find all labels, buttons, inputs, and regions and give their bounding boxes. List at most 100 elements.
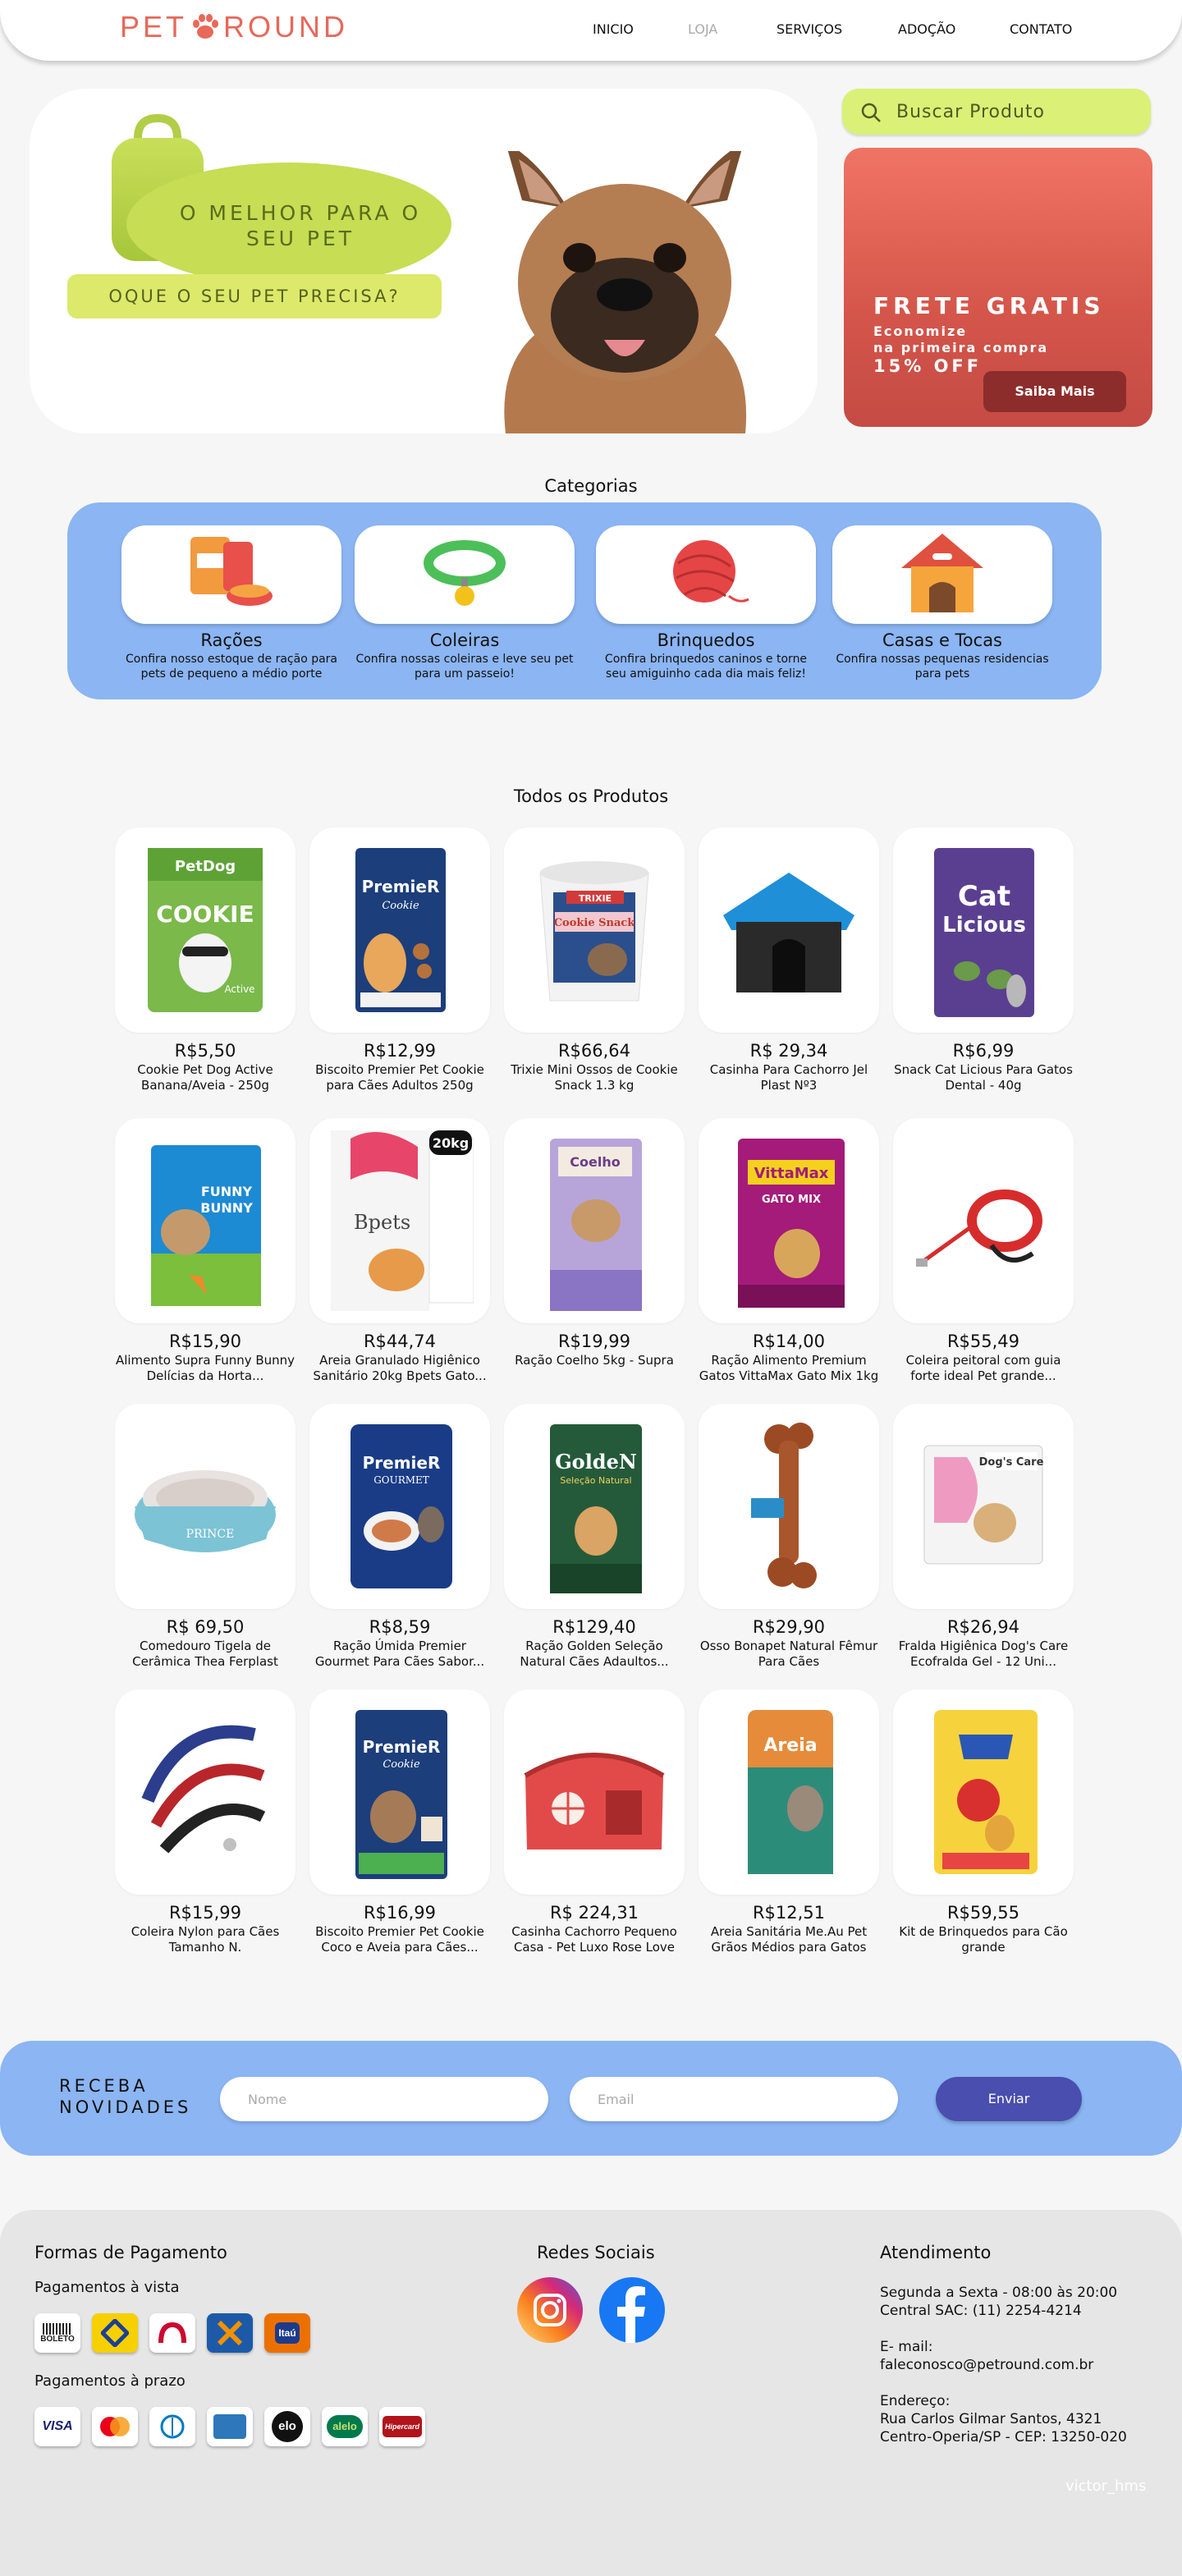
product-card[interactable]: R$ 29,34 Casinha Para Cachorro Jel Plast… [699, 827, 879, 1093]
boleto-label: BOLETO [40, 2334, 75, 2344]
category-coleiras[interactable]: Coleiras Confira nossas coleiras e leve … [355, 525, 575, 681]
product-image-card[interactable]: Dog's Care [893, 1404, 1074, 1609]
product-image-card[interactable] [504, 1689, 685, 1895]
product-image-card[interactable]: TRIXIE Cookie Snack [504, 827, 685, 1033]
product-image [524, 1753, 665, 1849]
product-name[interactable]: Coleira peitoral com guia forte ideal Pe… [893, 1353, 1074, 1384]
product-card[interactable]: R$55,49 Coleira peitoral com guia forte … [893, 1118, 1074, 1384]
product-card[interactable]: PRINCE R$ 69,50 Comedouro Tigela de Cerâ… [115, 1404, 296, 1670]
product-card[interactable]: GoldeN Seleção Natural R$129,40 Ração Go… [504, 1404, 685, 1670]
nav-adocao[interactable]: ADOÇÃO [898, 21, 955, 37]
product-card[interactable]: Bpets 20kg R$44,74 Areia Granulado Higiê… [309, 1118, 490, 1384]
support-email[interactable]: faleconosco@petround.com.br [880, 2356, 1127, 2374]
site-logo[interactable]: PET ROUND [120, 10, 348, 44]
product-name[interactable]: Biscoito Premier Pet Cookie Coco e Aveia… [309, 1924, 490, 1955]
product-name[interactable]: Trixie Mini Ossos de Cookie Snack 1.3 kg [504, 1062, 685, 1093]
category-card[interactable] [355, 525, 575, 624]
search-icon[interactable] [860, 102, 882, 123]
product-name[interactable]: Alimento Supra Funny Bunny Delícias da H… [115, 1353, 296, 1384]
hero-cta-button[interactable]: OQUE O SEU PET PRECISA? [67, 274, 442, 319]
product-image: VittaMax GATO MIX [738, 1139, 845, 1308]
product-name[interactable]: Casinha Cachorro Pequeno Casa - Pet Luxo… [504, 1924, 685, 1955]
product-price: R$ 69,50 [166, 1617, 245, 1637]
product-name[interactable]: Areia Sanitária Me.Au Pet Grãos Médios p… [699, 1924, 879, 1955]
product-image-card[interactable] [699, 1404, 879, 1609]
facebook-icon[interactable] [598, 2276, 667, 2345]
french-bulldog-image [504, 151, 747, 433]
product-card[interactable]: Coelho R$19,99 Ração Coelho 5kg - Supra [504, 1118, 685, 1368]
product-card[interactable]: PremieR Cookie R$16,99 Biscoito Premier … [309, 1689, 490, 1955]
product-image-card[interactable]: FUNNY BUNNY [115, 1118, 296, 1323]
product-image [141, 1725, 266, 1854]
nav-inicio[interactable]: INICIO [593, 21, 634, 37]
product-image-card[interactable]: Areia [699, 1689, 879, 1895]
itau-icon: Itaú [264, 2313, 310, 2353]
product-image [934, 1710, 1038, 1874]
product-image-card[interactable]: PremieR Cookie [309, 827, 490, 1033]
product-card[interactable]: Dog's Care R$26,94 Fralda Higiênica Dog'… [893, 1404, 1074, 1670]
product-card[interactable]: PremieR Cookie R$12,99 Biscoito Premier … [309, 827, 490, 1093]
product-card[interactable]: R$15,99 Coleira Nylon para Cães Tamanho … [115, 1689, 296, 1955]
product-price: R$15,90 [168, 1332, 242, 1351]
product-image-card[interactable]: Cat Licious [893, 827, 1074, 1033]
product-name[interactable]: Coleira Nylon para Cães Tamanho N. [115, 1924, 296, 1955]
product-name[interactable]: Casinha Para Cachorro Jel Plast Nº3 [699, 1062, 879, 1093]
product-image-card[interactable]: GoldeN Seleção Natural [504, 1404, 685, 1609]
category-desc: Confira nossas coleiras e leve seu pet p… [355, 653, 574, 681]
search-input[interactable] [896, 99, 1134, 125]
product-card[interactable]: TRIXIE Cookie Snack R$66,64 Trixie Mini … [504, 827, 685, 1093]
product-image-card[interactable] [699, 827, 879, 1033]
product-label: Areia [763, 1735, 817, 1756]
product-name[interactable]: Ração Coelho 5kg - Supra [504, 1353, 685, 1368]
newsletter-email-input[interactable] [570, 2077, 898, 2121]
product-card[interactable]: PetDog COOKIE Active R$5,50 Cookie Pet D… [115, 827, 296, 1093]
product-name[interactable]: Comedouro Tigela de Cerâmica Thea Ferpla… [115, 1639, 296, 1670]
product-image-card[interactable]: PremieR Cookie [309, 1689, 490, 1895]
product-image-card[interactable]: Bpets 20kg [309, 1118, 490, 1323]
product-name[interactable]: Snack Cat Licious Para Gatos Dental - 40… [893, 1062, 1074, 1093]
product-name[interactable]: Areia Granulado Higiênico Sanitário 20kg… [309, 1353, 490, 1384]
product-card[interactable]: R$29,90 Osso Bonapet Natural Fêmur Para … [699, 1404, 879, 1670]
newsletter-submit-button[interactable]: Enviar [936, 2077, 1082, 2121]
product-image-card[interactable] [893, 1118, 1074, 1323]
nav-loja[interactable]: LOJA [688, 21, 717, 37]
newsletter-name-input[interactable] [220, 2077, 548, 2121]
instagram-icon[interactable] [515, 2276, 584, 2345]
category-brinquedos[interactable]: Brinquedos Confira brinquedos caninos e … [596, 525, 816, 681]
product-card[interactable]: Cat Licious R$6,99 Snack Cat Licious Par… [893, 827, 1074, 1093]
product-image-card[interactable]: PetDog COOKIE Active [115, 827, 296, 1033]
product-card[interactable]: FUNNY BUNNY R$15,90 Alimento Supra Funny… [115, 1118, 296, 1384]
product-name[interactable]: Ração Alimento Premium Gatos VittaMax Ga… [699, 1353, 879, 1384]
support-sac: Central SAC: (11) 2254-4214 [880, 2303, 1082, 2319]
product-name[interactable]: Fralda Higiênica Dog's Care Ecofralda Ge… [893, 1639, 1074, 1670]
nav-servicos[interactable]: SERVIÇOS [777, 21, 842, 37]
product-card[interactable]: Areia R$12,51 Areia Sanitária Me.Au Pet … [699, 1689, 879, 1955]
product-name[interactable]: Osso Bonapet Natural Fêmur Para Cães [699, 1639, 879, 1670]
product-image: PremieR Cookie [355, 848, 446, 1012]
product-card[interactable]: VittaMax GATO MIX R$14,00 Ração Alimento… [699, 1118, 879, 1384]
product-image: TRIXIE Cookie Snack [539, 861, 649, 1002]
product-card[interactable]: R$ 224,31 Casinha Cachorro Pequeno Casa … [504, 1689, 685, 1955]
learn-more-button[interactable]: Saiba Mais [983, 371, 1126, 412]
category-racoes[interactable]: Rações Confira nosso estoque de ração pa… [121, 525, 341, 681]
category-card[interactable] [596, 525, 816, 624]
category-card[interactable] [832, 525, 1052, 624]
category-casas[interactable]: Casas e Tocas Confira nossas pequenas re… [832, 525, 1052, 681]
product-name[interactable]: Ração Úmida Premier Gourmet Para Cães Sa… [309, 1639, 490, 1670]
product-name[interactable]: Cookie Pet Dog Active Banana/Aveia - 250… [115, 1062, 296, 1093]
product-name[interactable]: Kit de Brinquedos para Cão grande [893, 1924, 1074, 1955]
product-image-card[interactable]: VittaMax GATO MIX [699, 1118, 879, 1323]
product-card[interactable]: PremieR GOURMET R$8,59 Ração Úmida Premi… [309, 1404, 490, 1670]
product-price: R$29,90 [752, 1617, 826, 1637]
category-card[interactable] [121, 525, 341, 624]
nav-contato[interactable]: CONTATO [1010, 21, 1072, 37]
products-title: Todos os Produtos [513, 786, 669, 806]
product-name[interactable]: Biscoito Premier Pet Cookie para Cães Ad… [309, 1062, 490, 1093]
product-image-card[interactable] [115, 1689, 296, 1895]
product-name[interactable]: Ração Golden Seleção Natural Cães Adault… [504, 1639, 685, 1670]
product-card[interactable]: R$59,55 Kit de Brinquedos para Cão grand… [893, 1689, 1074, 1955]
product-image-card[interactable]: PremieR GOURMET [309, 1404, 490, 1609]
product-image-card[interactable]: Coelho [504, 1118, 685, 1323]
product-image-card[interactable] [893, 1689, 1074, 1895]
product-image-card[interactable]: PRINCE [115, 1404, 296, 1609]
